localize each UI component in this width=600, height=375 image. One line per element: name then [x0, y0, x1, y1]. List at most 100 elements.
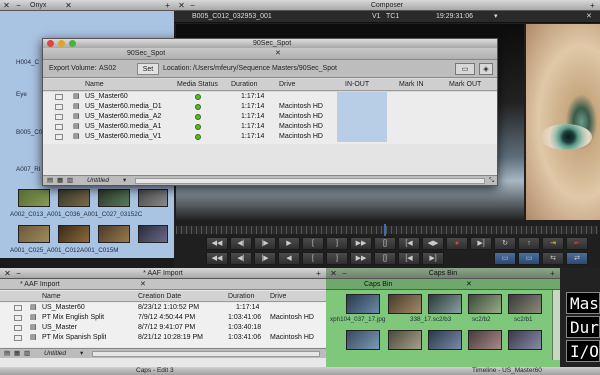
- frame-view-icon[interactable]: ▦: [57, 176, 63, 186]
- horizontal-scrollbar[interactable]: [92, 351, 320, 357]
- spot-tab[interactable]: 90Sec_Spot: [127, 48, 165, 60]
- clip-thumbnail[interactable]: [98, 189, 130, 207]
- row-name[interactable]: PT Mix English Split: [42, 313, 104, 323]
- table-row[interactable]: ▤ US_Master60.media_D1 1:17:14 Macintosh…: [43, 102, 497, 112]
- minimize-icon[interactable]: −: [14, 1, 23, 10]
- step-back-button[interactable]: ◀|: [230, 237, 252, 250]
- match-frame-button[interactable]: []: [374, 237, 396, 250]
- col-duration[interactable]: Duration: [231, 79, 257, 91]
- clip-name[interactable]: B005_C012_032953_001: [192, 11, 272, 23]
- set-button[interactable]: Set: [137, 63, 159, 75]
- col-drive[interactable]: Drive: [279, 79, 295, 91]
- close-icon[interactable]: ✕: [177, 1, 186, 10]
- col-drive[interactable]: Drive: [270, 291, 286, 302]
- caps-tab[interactable]: Caps Bin: [364, 279, 392, 290]
- onyx-item-label[interactable]: A001_C025_A001_C012A001_C015M: [10, 247, 119, 254]
- go-to-in-button[interactable]: [◀: [398, 237, 420, 250]
- caps-thumbnail[interactable]: [388, 294, 422, 314]
- onyx-item-label[interactable]: A002_C013_A001_C036_A001_C027_03152C: [10, 211, 142, 218]
- minimize-icon[interactable]: −: [14, 269, 23, 278]
- lift-button[interactable]: ↑: [518, 237, 540, 250]
- rewind-button[interactable]: ◀◀: [206, 237, 228, 250]
- caps-item-label[interactable]: sc2/b1: [514, 316, 533, 323]
- bin-view-icon[interactable]: ▤: [4, 349, 10, 359]
- clip-thumbnail[interactable]: [18, 225, 50, 243]
- resize-icon[interactable]: ⤡: [489, 176, 494, 186]
- caps-item-label[interactable]: sc2/b2: [472, 316, 491, 323]
- bin-settings-icon[interactable]: ▭: [455, 63, 475, 75]
- loop-button[interactable]: ↻: [494, 237, 516, 250]
- table-row[interactable]: ▤ PT Mix English Split 7/9/12 4:50:44 PM…: [0, 313, 326, 323]
- horizontal-scrollbar[interactable]: [135, 178, 485, 184]
- caps-thumbnail[interactable]: [388, 330, 422, 350]
- clip-thumbnail[interactable]: [138, 189, 168, 207]
- play-reverse-button[interactable]: ◀: [278, 252, 300, 265]
- tab-close-icon[interactable]: ✕: [466, 279, 472, 290]
- bin-menu-icon[interactable]: ◈: [479, 63, 493, 75]
- close-icon[interactable]: ✕: [2, 1, 11, 10]
- caps-thumbnail[interactable]: [428, 330, 462, 350]
- col-in-out[interactable]: IN-OUT: [345, 79, 369, 91]
- mark-in-button[interactable]: [: [302, 237, 324, 250]
- add-icon[interactable]: +: [314, 269, 323, 278]
- table-row[interactable]: ▤ US_Master60 8/23/12 1:10:52 PM 1:17:14: [0, 303, 326, 313]
- row-name[interactable]: US_Master60.media_A1: [85, 122, 161, 132]
- in-button[interactable]: [: [302, 252, 324, 265]
- close-icon[interactable]: [47, 40, 54, 47]
- zoom-icon[interactable]: [69, 40, 76, 47]
- step-forward-button[interactable]: |▶: [254, 237, 276, 250]
- row-checkbox[interactable]: [55, 104, 63, 110]
- caps-thumbnail[interactable]: [508, 294, 542, 314]
- tab-close-icon[interactable]: ✕: [140, 279, 146, 290]
- view-dropdown-icon[interactable]: ▾: [80, 349, 83, 359]
- caps-edit-window-title[interactable]: Caps - Edit 3: [136, 367, 174, 375]
- caps-item-label[interactable]: 338_17.sc2/b3: [410, 316, 451, 323]
- vertical-scrollbar[interactable]: [552, 290, 560, 360]
- row-name[interactable]: US_Master60: [42, 303, 85, 313]
- row-checkbox[interactable]: [14, 315, 22, 321]
- location-value[interactable]: /Users/mfeury/Sequence Masters/90Sec_Spo…: [193, 60, 337, 78]
- out-button[interactable]: ]: [326, 252, 348, 265]
- position-bar[interactable]: [176, 224, 598, 236]
- minimize-icon[interactable]: −: [188, 1, 197, 10]
- script-view-icon[interactable]: ▥: [24, 349, 30, 359]
- go-to-out-button[interactable]: ▶]: [470, 237, 492, 250]
- table-row[interactable]: ▤ US_Master 8/7/12 9:41:07 PM 1:03:40:18: [0, 323, 326, 333]
- timeline-window-title[interactable]: Timeline - US_Master60: [472, 367, 542, 375]
- record-button[interactable]: ●: [446, 237, 468, 250]
- mark-clip-button[interactable]: []: [374, 252, 396, 265]
- table-row[interactable]: ▤ US_Master60.media_A1 1:17:14 Macintosh…: [43, 122, 497, 132]
- trim-forward-button[interactable]: |▶: [254, 252, 276, 265]
- row-checkbox[interactable]: [55, 134, 63, 140]
- prev-edit-button[interactable]: [◀: [398, 252, 420, 265]
- onyx-item-label[interactable]: Eye: [16, 91, 27, 98]
- caps-thumbnail[interactable]: [428, 294, 462, 314]
- col-mark-out[interactable]: Mark OUT: [449, 79, 481, 91]
- table-row[interactable]: ▤ PT Mix Spanish Split 8/21/12 10:28:19 …: [0, 333, 326, 343]
- minimize-icon[interactable]: −: [340, 269, 349, 278]
- col-mark-in[interactable]: Mark IN: [399, 79, 424, 91]
- row-name[interactable]: US_Master60.media_D1: [85, 102, 162, 112]
- play-button[interactable]: ▶: [278, 237, 300, 250]
- clip-thumbnail[interactable]: [18, 189, 50, 207]
- frame-view-icon[interactable]: ▦: [14, 349, 20, 359]
- row-checkbox[interactable]: [14, 325, 22, 331]
- next-edit-button[interactable]: ▶]: [422, 252, 444, 265]
- add-icon[interactable]: +: [548, 269, 557, 278]
- track-label[interactable]: V1: [372, 11, 381, 23]
- row-name[interactable]: PT Mix Spanish Split: [42, 333, 106, 343]
- close-icon[interactable]: ✕: [586, 11, 592, 23]
- row-name[interactable]: US_Master60.media_A2: [85, 112, 161, 122]
- position-indicator[interactable]: [384, 224, 386, 236]
- record-monitor[interactable]: [526, 24, 600, 220]
- row-checkbox[interactable]: [55, 94, 63, 100]
- script-view-icon[interactable]: ▥: [67, 176, 73, 186]
- view-name[interactable]: Untitled: [87, 176, 109, 186]
- caps-item-label[interactable]: xph104_037_17.jpg: [330, 316, 385, 323]
- onyx-item-label[interactable]: A007_RI: [16, 166, 41, 173]
- shuttle-button[interactable]: ▶▶: [350, 252, 372, 265]
- row-checkbox[interactable]: [55, 124, 63, 130]
- minimize-icon[interactable]: [58, 40, 65, 47]
- col-duration[interactable]: Duration: [228, 291, 254, 302]
- view-name[interactable]: Untitled: [44, 349, 66, 359]
